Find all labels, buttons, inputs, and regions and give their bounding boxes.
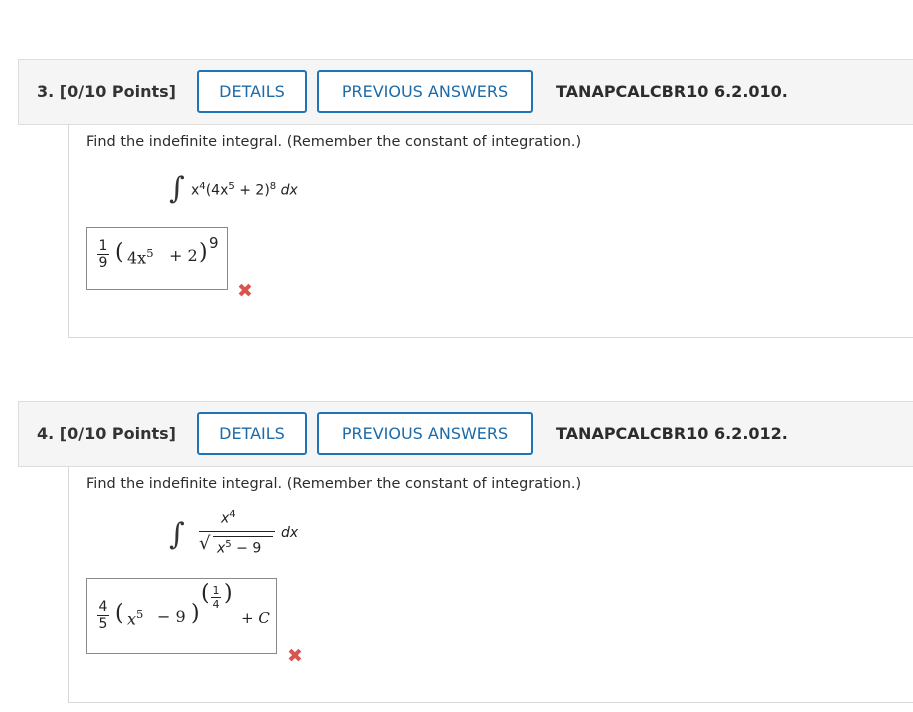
power-close-paren: ) <box>224 581 233 606</box>
question-prompt: Find the indefinite integral. (Remember … <box>86 476 582 492</box>
question-code: TANAPCALCBR10 6.2.010. <box>556 82 788 101</box>
integral-sign: ∫ <box>169 171 185 206</box>
answer-term: 4x5 <box>127 246 154 268</box>
integral-expression: ∫ x4(4x5 + 2)8 dx <box>169 171 349 215</box>
power-fraction: 1 4 <box>211 584 221 611</box>
details-button[interactable]: DETAILS <box>197 412 307 455</box>
integral-expression: ∫ x4 √ x5 − 9 dx <box>169 509 369 565</box>
answer-open-paren: ( <box>115 240 124 265</box>
question-3-number: 3. [0/10 Points] <box>37 82 176 101</box>
radical-bar <box>213 536 273 537</box>
answer-close-paren: ) <box>191 601 200 626</box>
sqrt-icon: √ <box>199 533 211 554</box>
answer-input[interactable]: 4 5 ( x5 − 9 ) ( 1 4 ) + C <box>86 578 277 654</box>
answer-input[interactable]: 1 9 ( 4x5 + 2 ) 9 <box>86 227 228 290</box>
answer-rest: − 9 <box>157 607 186 626</box>
details-button[interactable]: DETAILS <box>197 70 307 113</box>
answer-open-paren: ( <box>115 601 124 626</box>
question-3-header: 3. [0/10 Points] DETAILS PREVIOUS ANSWER… <box>18 59 913 125</box>
question-4-number: 4. [0/10 Points] <box>37 424 176 443</box>
answer-power: 9 <box>209 234 219 252</box>
incorrect-icon: ✖ <box>237 280 253 302</box>
answer-term: x5 <box>127 607 144 629</box>
incorrect-icon: ✖ <box>287 645 303 667</box>
question-4-header: 4. [0/10 Points] DETAILS PREVIOUS ANSWER… <box>18 401 913 467</box>
question-prompt: Find the indefinite integral. (Remember … <box>86 134 582 150</box>
dx-label: dx <box>281 525 299 541</box>
previous-answers-button[interactable]: PREVIOUS ANSWERS <box>317 412 533 455</box>
question-4-body: Find the indefinite integral. (Remember … <box>68 467 913 703</box>
fraction-bar <box>199 531 275 532</box>
answer-close-paren: ) <box>199 240 208 265</box>
question-3-body: Find the indefinite integral. (Remember … <box>68 125 913 338</box>
answer-constant: + C <box>241 609 270 627</box>
previous-answers-button[interactable]: PREVIOUS ANSWERS <box>317 70 533 113</box>
integrand: x4(4x5 + 2)8 dx <box>191 181 298 199</box>
answer-fraction: 4 5 <box>97 599 109 632</box>
integrand-numerator: x4 <box>221 509 236 527</box>
integral-sign: ∫ <box>169 517 185 552</box>
answer-fraction: 1 9 <box>97 238 109 271</box>
integrand-denominator: x5 − 9 <box>217 539 262 557</box>
power-open-paren: ( <box>201 581 210 606</box>
question-code: TANAPCALCBR10 6.2.012. <box>556 424 788 443</box>
answer-rest: + 2 <box>169 246 198 265</box>
